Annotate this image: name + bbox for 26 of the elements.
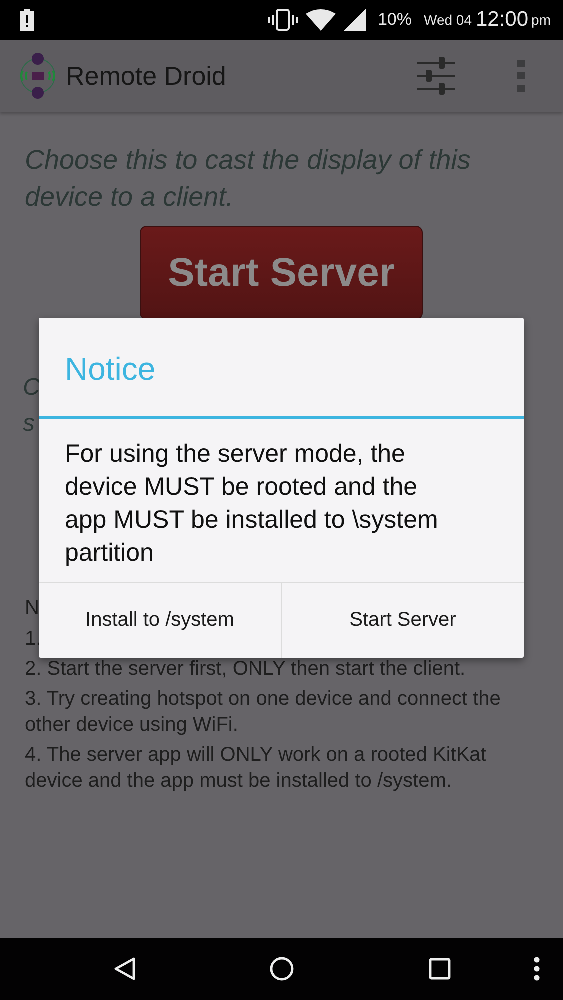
note-item: 3. Try creating hotspot on one device and connect the other device using WiFi. xyxy=(25,687,502,738)
more-options-icon[interactable] xyxy=(534,957,540,981)
clock-ampm: pm xyxy=(532,12,551,28)
wifi-icon xyxy=(306,9,336,31)
battery-percent: 10% xyxy=(378,10,412,30)
notes-heading: N xyxy=(25,596,40,621)
home-icon[interactable] xyxy=(270,957,294,981)
dialog-button[interactable]: Start Server xyxy=(281,583,524,658)
dialog-message: For using the server mode, the device MUST be rooted and the app MUST be installed to \system partition xyxy=(64,439,440,569)
back-icon[interactable] xyxy=(114,957,136,981)
app-logo-icon xyxy=(20,53,56,99)
vibrate-icon xyxy=(268,9,298,31)
start-server-button[interactable]: Start Server xyxy=(140,226,423,320)
client-description-fragment: C xyxy=(23,373,40,403)
date-text: Wed 04 xyxy=(424,12,472,28)
server-description: Choose this to cast the display of this device to a client. xyxy=(25,144,472,214)
clock-time: 12:00 xyxy=(476,8,529,32)
note-item: 2. Start the server first, ONLY then start the client. xyxy=(25,657,467,682)
dialog-title: Notice xyxy=(39,318,524,419)
client-description-fragment: s xyxy=(23,409,35,439)
recents-icon[interactable] xyxy=(429,958,451,980)
note-item: 4. The server app will ONLY work on a rooted KitKat device and the app must be installed to /system. xyxy=(25,743,488,794)
app-title: Remote Droid xyxy=(66,60,226,92)
sliders-icon[interactable] xyxy=(417,57,455,95)
battery-alert-icon xyxy=(20,9,34,31)
signal-icon xyxy=(344,9,366,31)
